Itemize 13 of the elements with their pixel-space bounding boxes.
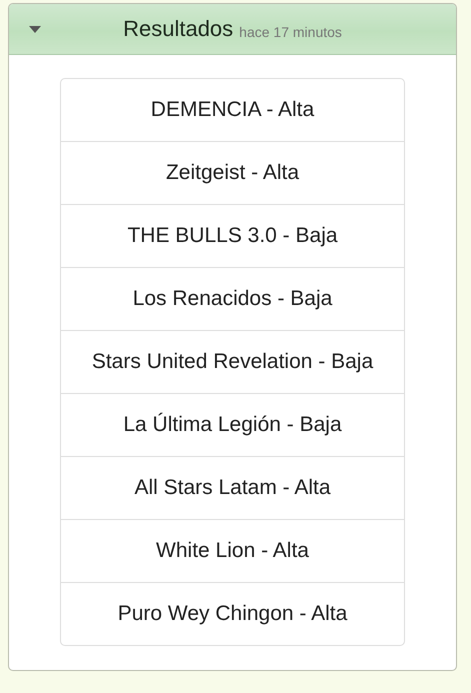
panel-header[interactable]: Resultados hace 17 minutos bbox=[9, 4, 456, 55]
result-item: Stars United Revelation - Baja bbox=[61, 330, 404, 393]
result-item: All Stars Latam - Alta bbox=[61, 456, 404, 519]
result-item: DEMENCIA - Alta bbox=[150, 97, 316, 123]
result-item: Puro Wey Chingon - Alta bbox=[61, 582, 404, 645]
result-item: Zeitgeist - Alta bbox=[61, 141, 404, 204]
panel-title: Resultados bbox=[123, 16, 234, 42]
result-item: Los Renacidos - Baja bbox=[61, 267, 404, 330]
result-item: La Última Legión - Baja bbox=[61, 393, 404, 456]
caret-icon bbox=[29, 26, 41, 33]
result-item: THE BULLS 3.0 - Baja bbox=[61, 204, 404, 267]
result-item: White Lion - Alta bbox=[61, 519, 404, 582]
panel-timestamp: hace 17 minutos bbox=[239, 24, 342, 40]
